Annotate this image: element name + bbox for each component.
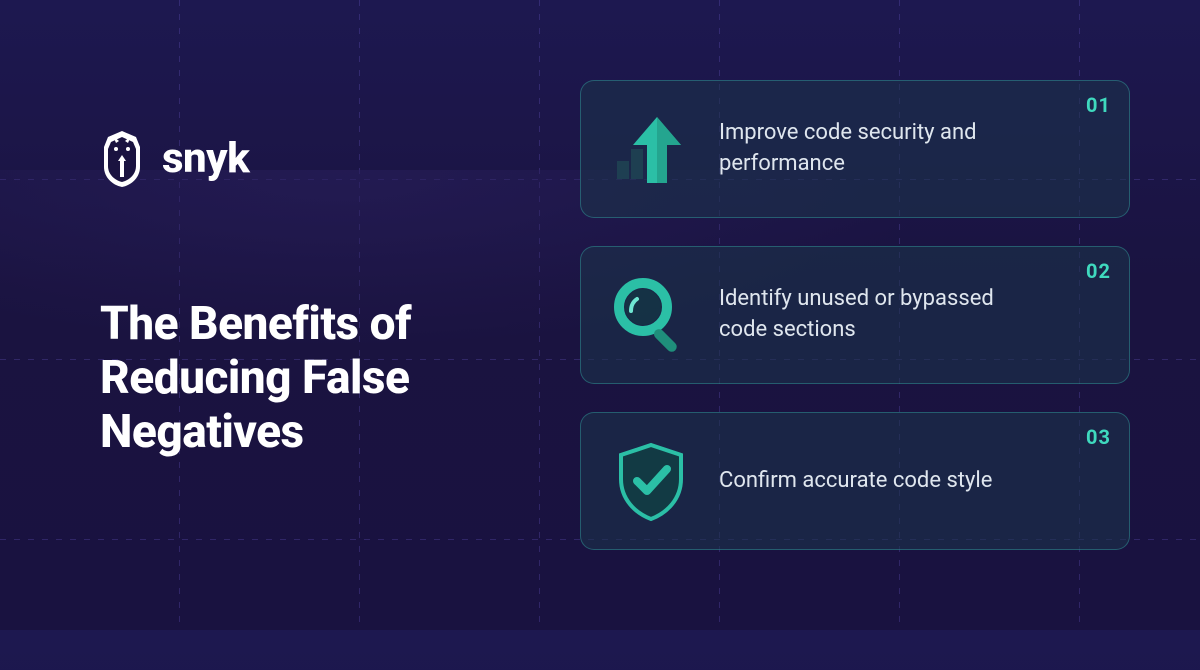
page-title: The Benefits of Reducing False Negatives — [100, 297, 540, 460]
snyk-logo-icon — [100, 131, 144, 187]
brand-name: snyk — [162, 134, 249, 183]
benefit-card-2: 02 Identify unused or bypassed code sect… — [580, 246, 1130, 384]
card-number: 01 — [1086, 93, 1111, 117]
main-content: snyk The Benefits of Reducing False Nega… — [0, 0, 1200, 630]
shield-check-icon — [607, 437, 695, 525]
benefit-card-1: 01 Improve code security and performance — [580, 80, 1130, 218]
arrow-up-icon — [607, 105, 695, 193]
benefit-card-3: 03 Confirm accurate code style — [580, 412, 1130, 550]
card-number: 03 — [1086, 425, 1111, 449]
brand-logo: snyk — [100, 131, 540, 187]
card-number: 02 — [1086, 259, 1111, 283]
card-text: Confirm accurate code style — [719, 466, 992, 497]
cards-column: 01 Improve code security and performance… — [580, 80, 1130, 550]
card-text: Improve code security and performance — [719, 118, 1039, 180]
left-column: snyk The Benefits of Reducing False Nega… — [100, 171, 540, 460]
magnifier-icon — [607, 271, 695, 359]
card-text: Identify unused or bypassed code section… — [719, 284, 1039, 346]
